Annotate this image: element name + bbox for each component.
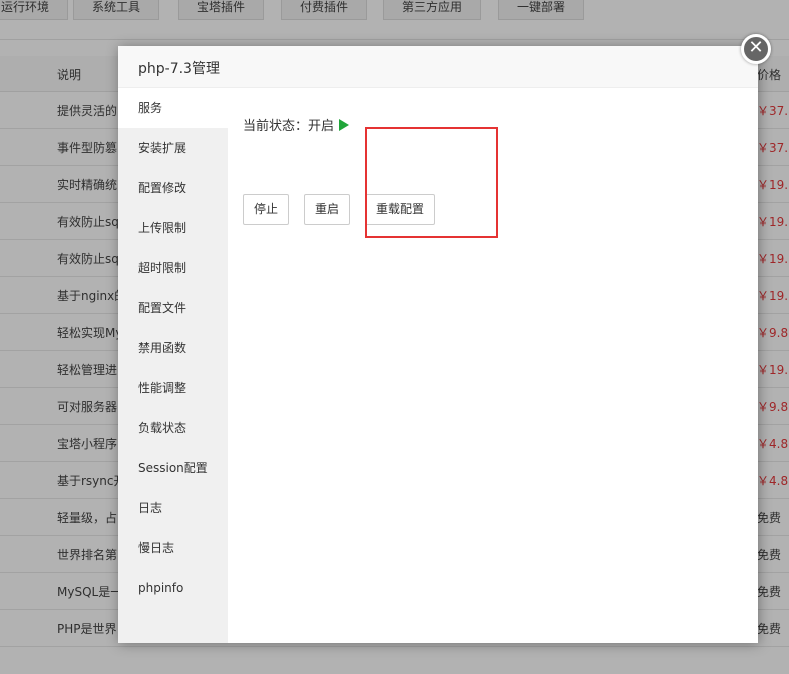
sidebar-item-session-config[interactable]: Session配置 xyxy=(118,448,228,488)
sidebar-item-disabled-functions[interactable]: 禁用函数 xyxy=(118,328,228,368)
sidebar-item-load-status[interactable]: 负载状态 xyxy=(118,408,228,448)
sidebar-item-upload-limit[interactable]: 上传限制 xyxy=(118,208,228,248)
annotation-highlight-box xyxy=(365,127,498,238)
stop-button[interactable]: 停止 xyxy=(243,194,290,225)
sidebar-item-config-file[interactable]: 配置文件 xyxy=(118,288,228,328)
dialog-title: php-7.3管理 xyxy=(138,61,220,77)
sidebar-item-log[interactable]: 日志 xyxy=(118,488,228,528)
service-status: 当前状态：开启 xyxy=(243,115,350,134)
sidebar-item-service[interactable]: 服务 xyxy=(118,88,228,128)
restart-button[interactable]: 重启 xyxy=(304,194,351,225)
sidebar-item-performance[interactable]: 性能调整 xyxy=(118,368,228,408)
dialog-sidebar: 服务 安装扩展 配置修改 上传限制 超时限制 配置文件 禁用函数 性能调整 负载… xyxy=(118,88,228,643)
close-icon[interactable]: ✕ xyxy=(741,34,771,64)
status-value: 开启 xyxy=(308,119,335,134)
play-icon xyxy=(339,119,350,131)
sidebar-item-slow-log[interactable]: 慢日志 xyxy=(118,528,228,568)
sidebar-item-config-edit[interactable]: 配置修改 xyxy=(118,168,228,208)
sidebar-item-timeout-limit[interactable]: 超时限制 xyxy=(118,248,228,288)
dialog-header: php-7.3管理 xyxy=(118,46,758,88)
sidebar-item-install-extensions[interactable]: 安装扩展 xyxy=(118,128,228,168)
status-label: 当前状态： xyxy=(243,119,309,134)
sidebar-item-phpinfo[interactable]: phpinfo xyxy=(118,568,228,608)
